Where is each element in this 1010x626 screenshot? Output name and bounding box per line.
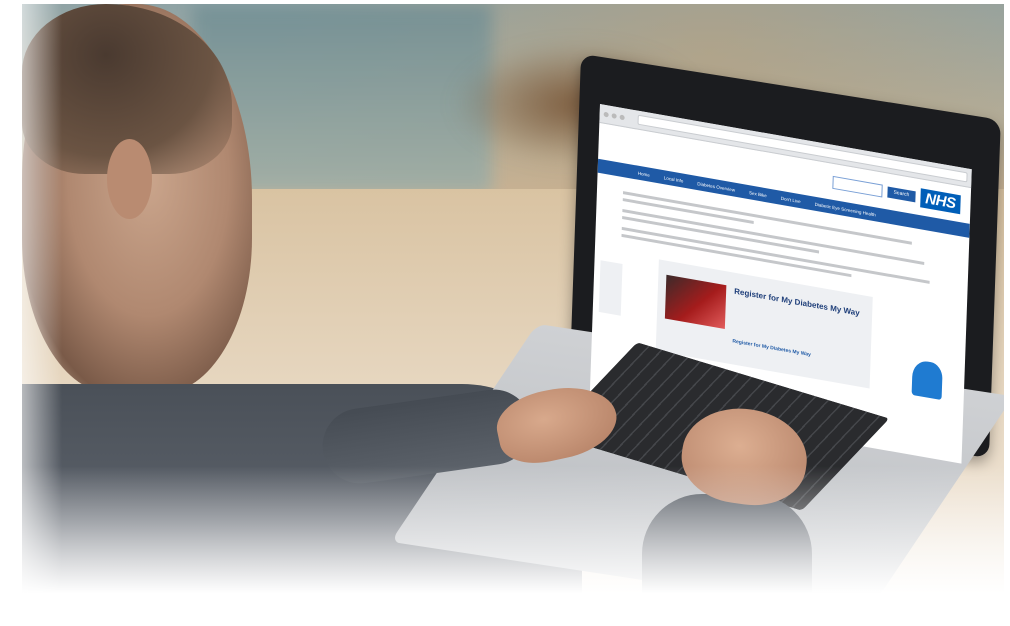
window-close-icon <box>603 111 609 118</box>
person-ear <box>107 139 152 219</box>
site-search-button: Search <box>887 186 916 202</box>
window-minimize-icon <box>611 112 617 119</box>
bottom-fade <box>22 466 1004 616</box>
side-panel <box>598 260 623 316</box>
photo-scene: Search NHS Home Local Info Diabetes Over… <box>22 4 1004 616</box>
promo-title: Register for My Diabetes My Way <box>734 286 860 318</box>
nav-item: Local Info <box>663 174 684 184</box>
nav-item: Don't Live <box>780 195 801 204</box>
nav-item: Sex Bike <box>748 189 767 198</box>
nav-item: Home <box>637 170 650 178</box>
body-text-line <box>621 233 852 278</box>
site-search-input <box>832 175 883 198</box>
promo-link: Register for My Diabetes My Way <box>732 338 811 359</box>
left-fade <box>22 4 62 616</box>
nhs-logo: NHS <box>920 187 961 214</box>
promo-image <box>664 274 727 330</box>
window-maximize-icon <box>619 113 625 120</box>
